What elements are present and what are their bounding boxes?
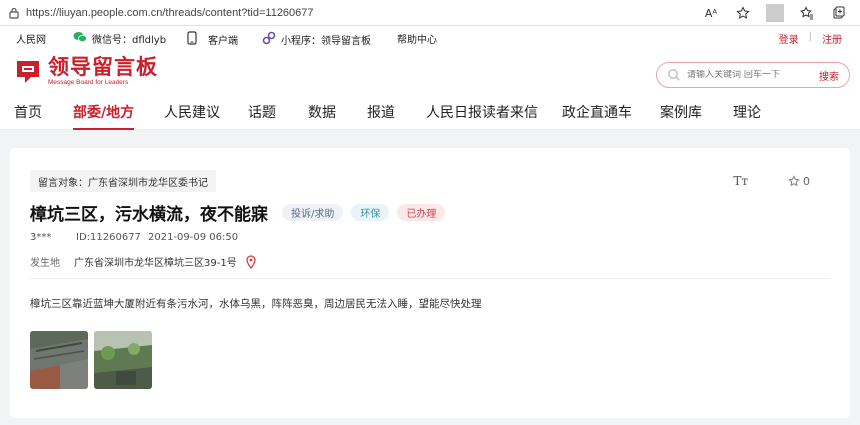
- lock-icon[interactable]: [6, 5, 22, 21]
- type-badge: 投诉/求助: [282, 204, 344, 221]
- collections-icon[interactable]: [830, 4, 848, 22]
- post-meta: 3*** ID:11260677 2021-09-09 06:50: [30, 232, 238, 243]
- auth-separator: |: [808, 31, 812, 42]
- wechat-label: 微信号：dfldlyb: [92, 35, 167, 46]
- post-user: 3***: [30, 232, 52, 243]
- logo-title: 领导留言板: [48, 55, 158, 79]
- people-net-link[interactable]: 人民网: [16, 31, 46, 46]
- utility-bar: 人民网 微信号：dfldlyb 客户端 小程序：领导留言板 帮助中心 登录 | …: [0, 26, 860, 50]
- nav-item-theory[interactable]: 理论: [733, 102, 761, 128]
- post-tools: Tт 0: [733, 174, 810, 188]
- post-time: 2021-09-09 06:50: [148, 232, 239, 243]
- miniprogram-label: 小程序：领导留言板: [281, 36, 371, 47]
- location-row: 发生地 广东省深圳市龙华区樟坑三区39-1号: [30, 254, 257, 269]
- client-label: 客户端: [208, 36, 238, 47]
- map-pin-icon[interactable]: [245, 254, 257, 269]
- topic-badge: 环保: [351, 204, 390, 221]
- status-badge: 已办理: [397, 204, 446, 221]
- help-link[interactable]: 帮助中心: [397, 31, 437, 46]
- post-images: [30, 331, 152, 389]
- nav-item-case-library[interactable]: 案例库: [660, 102, 702, 128]
- miniprogram-icon: [262, 31, 276, 48]
- star-icon: [788, 175, 800, 187]
- content-divider: [30, 278, 830, 279]
- search-icon: [668, 69, 680, 81]
- main-nav: 首页 部委/地方 人民建议 话题 数据 报道 人民日报读者来信 政企直通车 案例…: [0, 96, 860, 130]
- wechat-icon: [73, 31, 87, 46]
- client-link[interactable]: 客户端: [187, 31, 238, 48]
- people-net-label: 人民网: [16, 35, 46, 46]
- help-label: 帮助中心: [397, 35, 437, 46]
- register-link[interactable]: 注册: [822, 31, 842, 46]
- title-row: 樟坑三区，污水横流，夜不能寐 投诉/求助 环保 已办理: [30, 200, 446, 225]
- search-box: 搜索: [656, 62, 850, 88]
- message-target: 留言对象：广东省深圳市龙华区委书记: [30, 170, 216, 192]
- nav-item-home[interactable]: 首页: [14, 102, 42, 128]
- post-id: ID:11260677: [76, 232, 141, 243]
- font-size-icon[interactable]: Tт: [733, 174, 748, 188]
- phone-icon: [187, 31, 197, 48]
- post-image-thumbnail[interactable]: [30, 331, 88, 389]
- logo-mark-icon: [17, 61, 39, 83]
- nav-item-reader-letters[interactable]: 人民日报读者来信: [426, 102, 538, 128]
- read-aloud-icon[interactable]: Aᴬ: [702, 4, 720, 22]
- nav-item-topics[interactable]: 话题: [248, 102, 276, 128]
- wechat-link[interactable]: 微信号：dfldlyb: [73, 31, 166, 46]
- nav-item-people-suggestions[interactable]: 人民建议: [164, 102, 220, 128]
- nav-item-ministries-local[interactable]: 部委/地方: [73, 102, 135, 130]
- location-label: 发生地: [30, 258, 60, 269]
- favorite-count: 0: [803, 174, 810, 188]
- site-header: 领导留言板 Message Board for Leaders 搜索: [0, 50, 860, 96]
- search-input[interactable]: [687, 70, 807, 80]
- logo-subtitle: Message Board for Leaders: [48, 79, 129, 86]
- browser-toolbar: Aᴬ: [702, 4, 848, 22]
- nav-item-reports[interactable]: 报道: [367, 102, 395, 128]
- search-button[interactable]: 搜索: [819, 68, 839, 83]
- auth-links: 登录 | 注册: [779, 31, 842, 46]
- url-text[interactable]: https://liuyan.people.com.cn/threads/con…: [26, 7, 314, 19]
- nav-item-data[interactable]: 数据: [308, 102, 336, 128]
- site-logo[interactable]: 领导留言板 Message Board for Leaders: [14, 56, 158, 86]
- toolbar-divider: [766, 4, 784, 22]
- miniprogram-link[interactable]: 小程序：领导留言板: [262, 31, 371, 48]
- post-title: 樟坑三区，污水横流，夜不能寐: [30, 205, 268, 225]
- favorites-icon[interactable]: [798, 4, 816, 22]
- browser-address-bar: https://liuyan.people.com.cn/threads/con…: [0, 0, 860, 26]
- post-image-thumbnail[interactable]: [94, 331, 152, 389]
- location-text: 广东省深圳市龙华区樟坑三区39-1号: [74, 258, 237, 269]
- favorite-add-icon[interactable]: [734, 4, 752, 22]
- favorite-button[interactable]: 0: [788, 175, 810, 188]
- nav-item-gov-enterprise[interactable]: 政企直通车: [562, 102, 632, 128]
- post-body: 樟坑三区靠近蓝坤大厦附近有条污水河，水体乌黑，阵阵恶臭，周边居民无法入睡，望能尽…: [30, 298, 482, 310]
- post-card: 留言对象：广东省深圳市龙华区委书记 Tт 0 樟坑三区，污水横流，夜不能寐 投诉…: [10, 148, 850, 418]
- login-link[interactable]: 登录: [779, 31, 799, 46]
